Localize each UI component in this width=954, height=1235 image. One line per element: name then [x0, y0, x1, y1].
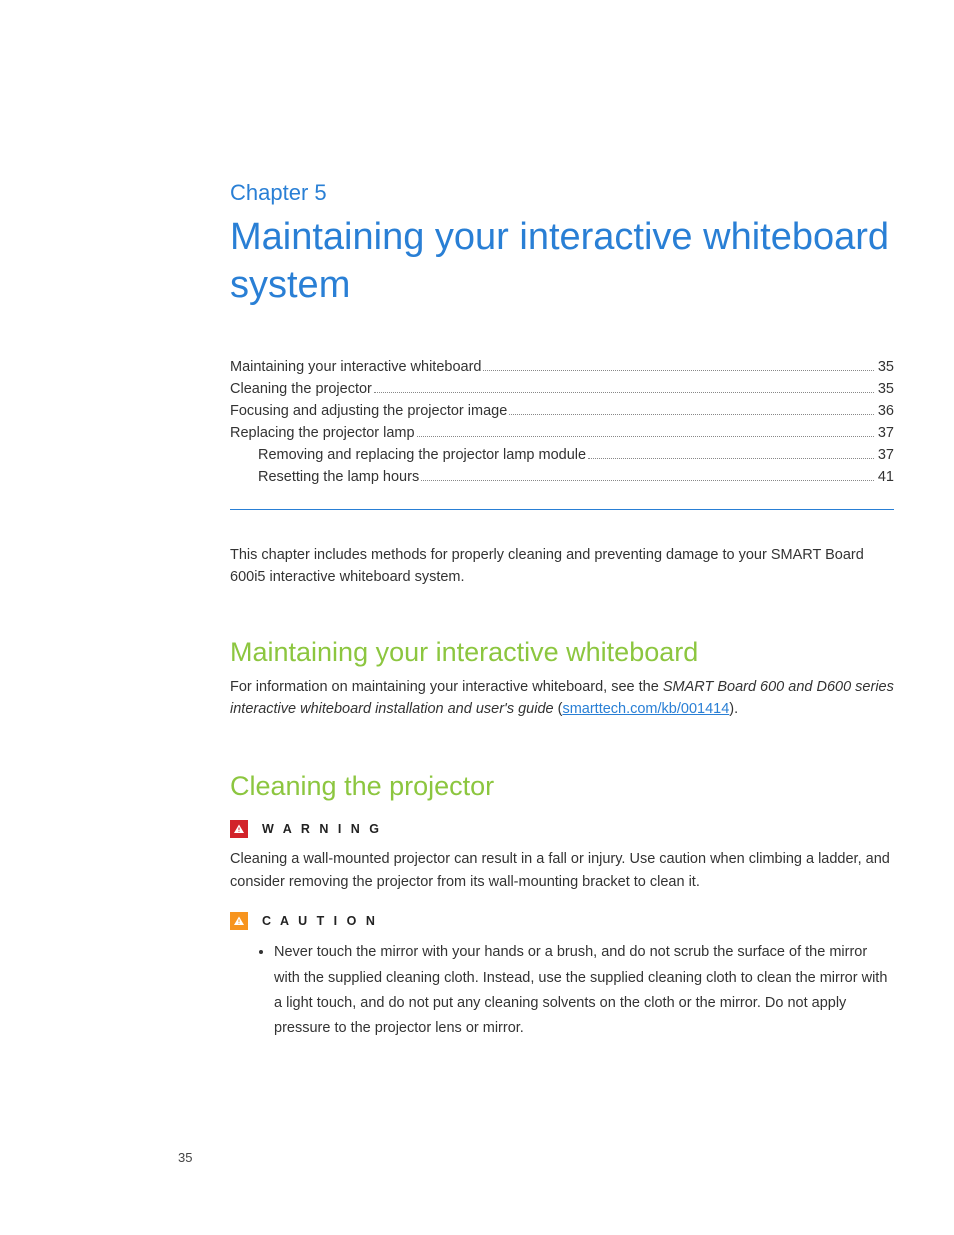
toc-entry-label: Resetting the lamp hours — [258, 469, 419, 485]
caution-list-item: Never touch the mirror with your hands o… — [274, 940, 894, 1042]
caution-label: C A U T I O N — [262, 914, 378, 928]
toc-entry-page: 35 — [878, 359, 894, 375]
section-heading: Cleaning the projector — [230, 771, 894, 802]
toc-entry-label: Focusing and adjusting the projector ima… — [230, 403, 507, 419]
toc-entry-page: 37 — [878, 425, 894, 441]
toc-entry[interactable]: Removing and replacing the projector lam… — [230, 447, 894, 463]
toc-entry-label: Removing and replacing the projector lam… — [258, 447, 586, 463]
section-maintaining: Maintaining your interactive whiteboard … — [230, 637, 894, 721]
toc-leader — [509, 414, 874, 415]
toc-entry[interactable]: Maintaining your interactive whiteboard … — [230, 359, 894, 375]
divider — [230, 509, 894, 510]
toc-leader — [417, 436, 874, 437]
toc-entry[interactable]: Cleaning the projector 35 — [230, 381, 894, 397]
warning-body: Cleaning a wall-mounted projector can re… — [230, 848, 894, 894]
table-of-contents: Maintaining your interactive whiteboard … — [230, 359, 894, 485]
caution-header: C A U T I O N — [230, 912, 894, 930]
section-body: For information on maintaining your inte… — [230, 676, 894, 721]
section-cleaning: Cleaning the projector W A R N I N G Cle… — [230, 771, 894, 1042]
text: ). — [729, 701, 738, 717]
section-heading: Maintaining your interactive whiteboard — [230, 637, 894, 668]
toc-entry-page: 35 — [878, 381, 894, 397]
chapter-label: Chapter 5 — [230, 180, 894, 206]
caution-list: Never touch the mirror with your hands o… — [230, 940, 894, 1042]
text: For information on maintaining your inte… — [230, 679, 663, 695]
toc-entry-label: Replacing the projector lamp — [230, 425, 415, 441]
toc-leader — [588, 458, 874, 459]
caution-icon — [230, 912, 248, 930]
toc-entry-page: 37 — [878, 447, 894, 463]
toc-entry-page: 36 — [878, 403, 894, 419]
document-page: Chapter 5 Maintaining your interactive w… — [0, 0, 954, 1042]
toc-entry[interactable]: Resetting the lamp hours 41 — [230, 469, 894, 485]
toc-entry-label: Maintaining your interactive whiteboard — [230, 359, 481, 375]
kb-link[interactable]: smarttech.com/kb/001414 — [562, 701, 729, 717]
toc-entry[interactable]: Replacing the projector lamp 37 — [230, 425, 894, 441]
page-number: 35 — [178, 1150, 192, 1165]
toc-entry[interactable]: Focusing and adjusting the projector ima… — [230, 403, 894, 419]
warning-label: W A R N I N G — [262, 822, 382, 836]
chapter-title: Maintaining your interactive whiteboard … — [230, 214, 894, 309]
warning-icon — [230, 820, 248, 838]
toc-entry-label: Cleaning the projector — [230, 381, 372, 397]
toc-leader — [421, 480, 874, 481]
warning-header: W A R N I N G — [230, 820, 894, 838]
toc-leader — [374, 392, 874, 393]
toc-leader — [483, 370, 873, 371]
toc-entry-page: 41 — [878, 469, 894, 485]
chapter-intro: This chapter includes methods for proper… — [230, 544, 894, 589]
